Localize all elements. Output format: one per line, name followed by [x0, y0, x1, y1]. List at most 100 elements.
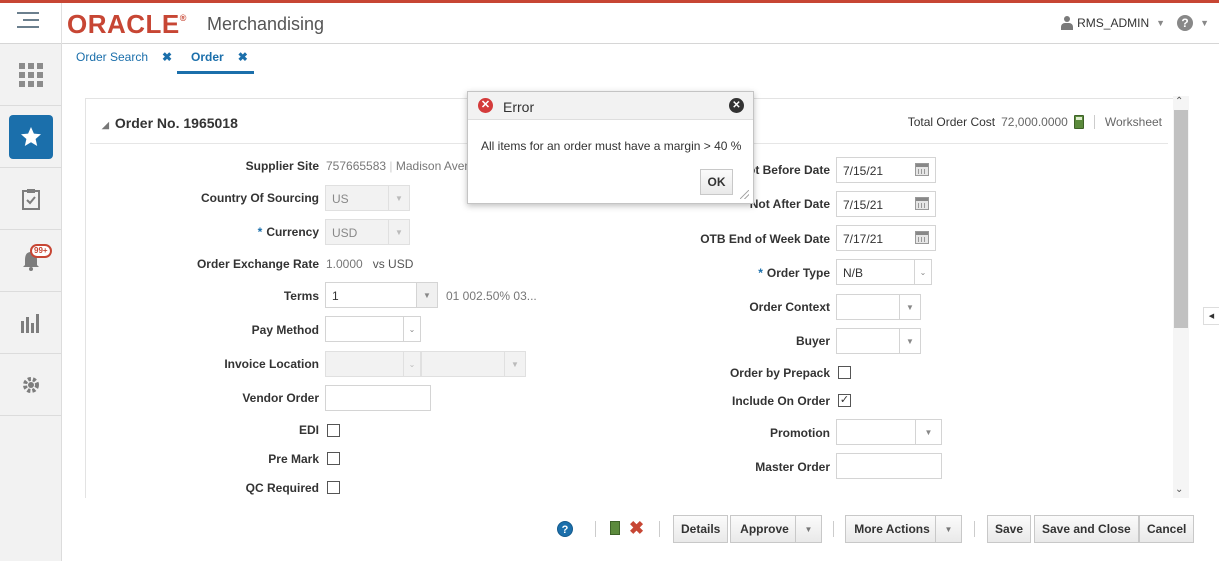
error-icon: ✕ [478, 98, 493, 113]
chevron-down-icon[interactable]: ⌄ [914, 259, 932, 285]
pre-mark-label: Pre Mark [268, 452, 319, 466]
app-name: Merchandising [207, 14, 325, 34]
chevron-down-icon[interactable]: ▼ [795, 516, 821, 542]
oracle-logo: ORACLE® [67, 9, 187, 39]
master-order-label: Master Order [755, 460, 830, 474]
close-icon[interactable]: ✕ [729, 98, 744, 113]
section-title[interactable]: ◢ Order No. 1965018 [102, 115, 238, 131]
calculator-icon[interactable] [610, 521, 620, 535]
scroll-down-icon[interactable]: ⌄ [1175, 484, 1183, 495]
order-type-label: * Order Type [758, 266, 830, 280]
order-context-label: Order Context [749, 300, 830, 314]
tab-label: Order Search [76, 50, 149, 64]
chevron-down-icon[interactable]: ▼ [1156, 18, 1165, 28]
calculator-icon[interactable] [1073, 115, 1084, 129]
dialog-message: All items for an order must have a margi… [481, 139, 742, 153]
pay-method-label: Pay Method [251, 323, 319, 337]
user-icon [1061, 16, 1074, 30]
ok-button[interactable]: OK [700, 169, 733, 195]
calendar-icon[interactable] [915, 163, 929, 176]
sidebar-item-tasks[interactable] [0, 44, 61, 106]
top-bar: ORACLE® Merchandising RMS_ADMIN ▼ ? ▼ [0, 0, 1219, 44]
chevron-down-icon: ⌄ [403, 351, 421, 377]
help-icon[interactable]: ? [1177, 15, 1194, 31]
terms-label: Terms [283, 289, 319, 303]
sidebar: 99+ [0, 44, 62, 561]
resize-handle[interactable] [740, 190, 749, 199]
edi-label: EDI [298, 423, 319, 437]
master-order-input[interactable] [836, 453, 942, 479]
scroll-up-icon[interactable]: ⌃ [1175, 96, 1183, 107]
order-type-select[interactable]: N/B [836, 259, 915, 285]
scrollbar-thumb[interactable] [1174, 110, 1188, 328]
chevron-down-icon: ▼ [388, 219, 410, 245]
qc-required-checkbox[interactable] [327, 481, 340, 494]
collapse-triangle-icon[interactable]: ◢ [102, 120, 109, 130]
details-button[interactable]: Details [673, 515, 729, 543]
chevron-down-icon[interactable]: ▼ [899, 294, 921, 320]
tab-bar: Order Search ✖ Order ✖ [62, 44, 1219, 76]
chevron-down-icon[interactable]: ▼ [915, 419, 942, 445]
country-of-sourcing-label: Country Of Sourcing [201, 191, 319, 205]
divider [595, 521, 596, 537]
user-area: RMS_ADMIN ▼ ? ▼ [1061, 15, 1209, 31]
chevron-down-icon[interactable]: ▼ [416, 282, 438, 308]
sidebar-item-notifications[interactable]: 99+ [0, 230, 61, 292]
approve-button[interactable]: Approve ▼ [730, 515, 822, 543]
chevron-down-icon[interactable]: ▼ [1200, 18, 1209, 28]
gear-icon [22, 376, 39, 393]
bar-chart-icon [20, 313, 39, 333]
cancel-button[interactable]: Cancel [1139, 515, 1195, 543]
pay-method-select[interactable] [325, 316, 405, 342]
sidebar-item-dashboards[interactable] [0, 292, 61, 354]
divider [833, 521, 834, 537]
currency-label: * Currency [257, 225, 319, 239]
include-on-order-checkbox[interactable]: ✓ [838, 394, 851, 407]
calendar-icon[interactable] [915, 231, 929, 244]
save-and-close-button[interactable]: Save and Close [1034, 515, 1139, 543]
calendar-icon[interactable] [915, 197, 929, 210]
close-icon[interactable]: ✖ [162, 50, 172, 64]
user-menu[interactable]: RMS_ADMIN [1077, 16, 1149, 30]
chevron-down-icon[interactable]: ▼ [935, 516, 961, 542]
sidebar-item-favorites[interactable] [0, 106, 61, 168]
exchange-rate-value: 1.0000 vs USD [326, 257, 414, 271]
close-icon[interactable]: ✖ [238, 50, 248, 64]
divider [974, 521, 975, 537]
more-actions-button[interactable]: More Actions ▼ [845, 515, 962, 543]
total-cost-value: 72,000.0000 [1001, 115, 1068, 129]
error-dialog: ✕ Error ✕ All items for an order must ha… [467, 91, 754, 204]
total-order-cost: Total Order Cost 72,000.0000 Worksheet [908, 115, 1162, 129]
order-by-prepack-checkbox[interactable] [838, 366, 851, 379]
pre-mark-checkbox[interactable] [327, 452, 340, 465]
delete-icon[interactable]: ✖ [629, 518, 644, 539]
save-button[interactable]: Save [987, 515, 1032, 543]
notification-badge: 99+ [30, 244, 52, 258]
exchange-rate-label: Order Exchange Rate [196, 257, 319, 271]
total-cost-label: Total Order Cost [907, 115, 996, 129]
dialog-header[interactable]: ✕ Error ✕ [468, 92, 753, 120]
order-by-prepack-label: Order by Prepack [729, 366, 830, 380]
vendor-order-input[interactable] [325, 385, 431, 411]
tab-order-search[interactable]: Order Search ✖ [76, 50, 172, 64]
divider [659, 521, 660, 537]
tab-order[interactable]: Order ✖ [191, 50, 248, 64]
buyer-label: Buyer [795, 334, 830, 348]
order-context-select[interactable] [836, 294, 900, 320]
vendor-order-label: Vendor Order [242, 391, 319, 405]
terms-input[interactable]: 1 [325, 282, 417, 308]
buyer-select[interactable] [836, 328, 900, 354]
sidebar-item-reports[interactable] [0, 168, 61, 230]
chevron-down-icon[interactable]: ▼ [899, 328, 921, 354]
edi-checkbox[interactable] [327, 424, 340, 437]
invoice-location-select [325, 351, 405, 377]
panel-collapse-handle[interactable]: ◀ [1203, 307, 1219, 325]
status-text: Worksheet [1104, 115, 1162, 129]
menu-icon[interactable] [17, 12, 41, 34]
promotion-label: Promotion [770, 426, 830, 440]
promotion-select[interactable] [836, 419, 916, 445]
chevron-down-icon[interactable]: ⌄ [403, 316, 421, 342]
sidebar-item-settings[interactable] [0, 354, 61, 416]
include-on-order-label: Include On Order [731, 394, 830, 408]
help-icon[interactable]: ? [557, 521, 573, 537]
